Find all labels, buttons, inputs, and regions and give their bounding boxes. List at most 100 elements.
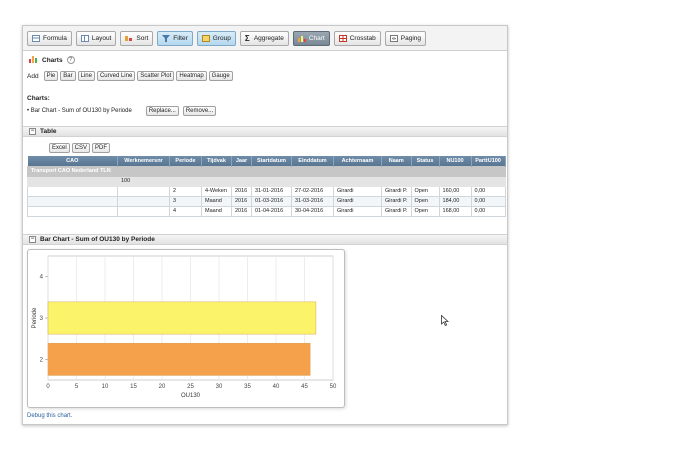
x-axis-label: OU130 xyxy=(181,393,201,399)
collapse-chart-icon[interactable]: − xyxy=(29,236,36,243)
group-label: Group xyxy=(212,35,231,42)
debug-chart-link[interactable]: Debug this chart. xyxy=(27,413,72,419)
column-header[interactable]: Naam xyxy=(381,156,412,166)
table-row[interactable]: 3 Maand 2016 01-03-2016 31-03-2016 Girar… xyxy=(27,195,506,207)
table-cell: 4-Weken xyxy=(201,185,232,197)
table-cell: 3 xyxy=(169,195,202,207)
column-header[interactable]: CAO xyxy=(27,156,118,166)
filter-button[interactable]: Filter xyxy=(157,31,193,46)
table-row[interactable]: 2 4-Weken 2016 31-01-2016 27-02-2016 Gir… xyxy=(27,185,506,197)
column-header[interactable]: Achternaam xyxy=(333,156,382,166)
table-cell: 0,00 xyxy=(470,195,506,207)
table-cell: Girardi P. xyxy=(381,185,412,197)
app-window: Formula Layout Sort Filter Group Σ Aggre… xyxy=(22,25,508,425)
column-header[interactable]: Status xyxy=(411,156,440,166)
x-tick-label: 35 xyxy=(244,384,251,390)
filter-label: Filter xyxy=(173,35,188,42)
add-gauge-button[interactable]: Gauge xyxy=(208,71,233,81)
layout-button[interactable]: Layout xyxy=(75,31,117,46)
column-header[interactable]: Werknemersnr xyxy=(117,156,170,166)
x-tick-label: 45 xyxy=(301,384,308,390)
table-section-header[interactable]: − Table xyxy=(23,126,507,137)
mouse-cursor-icon xyxy=(441,314,450,329)
group-label: Transport CAO Nederland TLN xyxy=(27,165,506,177)
column-header[interactable]: Tijdvak xyxy=(201,156,232,166)
data-table: CAO Werknemersnr Periode Tijdvak Jaar St… xyxy=(27,156,506,217)
x-tick-label: 0 xyxy=(46,384,50,390)
layout-icon xyxy=(80,35,89,42)
add-scatter-plot-button[interactable]: Scatter Plot xyxy=(137,71,175,81)
table-cell: 27-02-2016 xyxy=(291,185,334,197)
add-curved-line-button[interactable]: Curved Line xyxy=(96,71,136,81)
table-cell: Open xyxy=(410,195,440,207)
column-header[interactable]: Periode xyxy=(169,156,202,166)
export-pdf-button[interactable]: PDF xyxy=(92,143,111,153)
table-cell: Open xyxy=(410,185,440,197)
crosstab-label: Crosstab xyxy=(349,35,376,42)
formula-button[interactable]: Formula xyxy=(27,31,72,46)
collapse-table-icon[interactable]: − xyxy=(29,128,36,135)
charts-list-label: Charts: xyxy=(27,95,50,102)
table-cell xyxy=(117,185,170,197)
chart-section-header[interactable]: − Bar Chart - Sum of OU130 by Periode xyxy=(23,234,507,245)
aggregate-button[interactable]: Σ Aggregate xyxy=(239,31,289,46)
add-bar-button[interactable]: Bar xyxy=(60,71,76,81)
export-excel-button[interactable]: Excel xyxy=(49,143,70,153)
crosstab-button[interactable]: Crosstab xyxy=(333,31,381,46)
x-tick-label: 5 xyxy=(75,384,79,390)
table-cell: 31-01-2016 xyxy=(251,185,292,197)
chart-button[interactable]: Chart xyxy=(292,31,330,46)
y-tick-label: 4 xyxy=(40,275,44,281)
table-cell: Girardi P. xyxy=(381,205,412,217)
filter-icon xyxy=(162,35,171,42)
table-cell: 2016 xyxy=(231,195,252,207)
chart-list-item: • Bar Chart - Sum of OU130 by Periode Re… xyxy=(27,106,217,116)
column-header[interactable]: NU100 xyxy=(439,156,472,166)
table-cell: 2016 xyxy=(231,205,252,217)
bar xyxy=(47,301,317,335)
group-row: Transport CAO Nederland TLN xyxy=(27,165,506,177)
add-heatmap-button[interactable]: Heatmap xyxy=(176,71,207,81)
paging-icon xyxy=(389,35,398,42)
add-pie-button[interactable]: Pie xyxy=(43,71,59,81)
table-cell: Girardi xyxy=(333,195,382,207)
add-label: Add xyxy=(27,72,39,80)
column-header[interactable]: Startdatum xyxy=(251,156,292,166)
chart-section-title: Bar Chart - Sum of OU130 by Periode xyxy=(40,236,155,243)
table-cell: 0,00 xyxy=(470,185,506,197)
group-button[interactable]: Group xyxy=(196,31,236,46)
remove-button[interactable]: Remove... xyxy=(182,106,217,116)
table-cell xyxy=(117,195,170,207)
add-line-button[interactable]: Line xyxy=(77,71,95,81)
table-cell: 2 xyxy=(169,185,202,197)
sigma-icon: Σ xyxy=(244,34,250,43)
sort-label: Sort xyxy=(136,35,149,42)
subgroup-label: 100 xyxy=(117,175,170,187)
column-header[interactable]: Jaar xyxy=(231,156,252,166)
column-header[interactable]: ParttU100 xyxy=(471,156,506,166)
paging-button[interactable]: Paging xyxy=(384,31,426,46)
group-icon xyxy=(201,35,210,42)
help-icon[interactable]: ? xyxy=(66,56,75,64)
table-cell: Maand xyxy=(201,195,232,207)
table-cell: 184,00 xyxy=(438,195,472,207)
column-header[interactable]: Einddatum xyxy=(291,156,334,166)
export-csv-button[interactable]: CSV xyxy=(71,143,91,153)
export-buttons: Excel CSV PDF xyxy=(49,143,111,153)
table-icon xyxy=(32,35,40,42)
table-cell xyxy=(27,185,118,197)
table-cell: 01-03-2016 xyxy=(251,195,292,207)
table-cell xyxy=(27,195,118,207)
y-axis-label: Periode xyxy=(32,307,38,328)
replace-button[interactable]: Replace... xyxy=(145,106,179,116)
sort-button[interactable]: Sort xyxy=(120,31,154,46)
chart-item-name: • Bar Chart - Sum of OU130 by Periode xyxy=(27,108,132,114)
table-cell: 4 xyxy=(169,205,202,217)
x-tick-label: 50 xyxy=(330,384,337,390)
bar xyxy=(47,342,311,376)
table-cell: Girardi xyxy=(333,205,382,217)
table-cell xyxy=(27,205,118,217)
table-cell: 2016 xyxy=(231,185,252,197)
x-tick-label: 40 xyxy=(273,384,280,390)
table-row[interactable]: 4 Maand 2016 01-04-2016 30-04-2016 Girar… xyxy=(27,205,506,217)
